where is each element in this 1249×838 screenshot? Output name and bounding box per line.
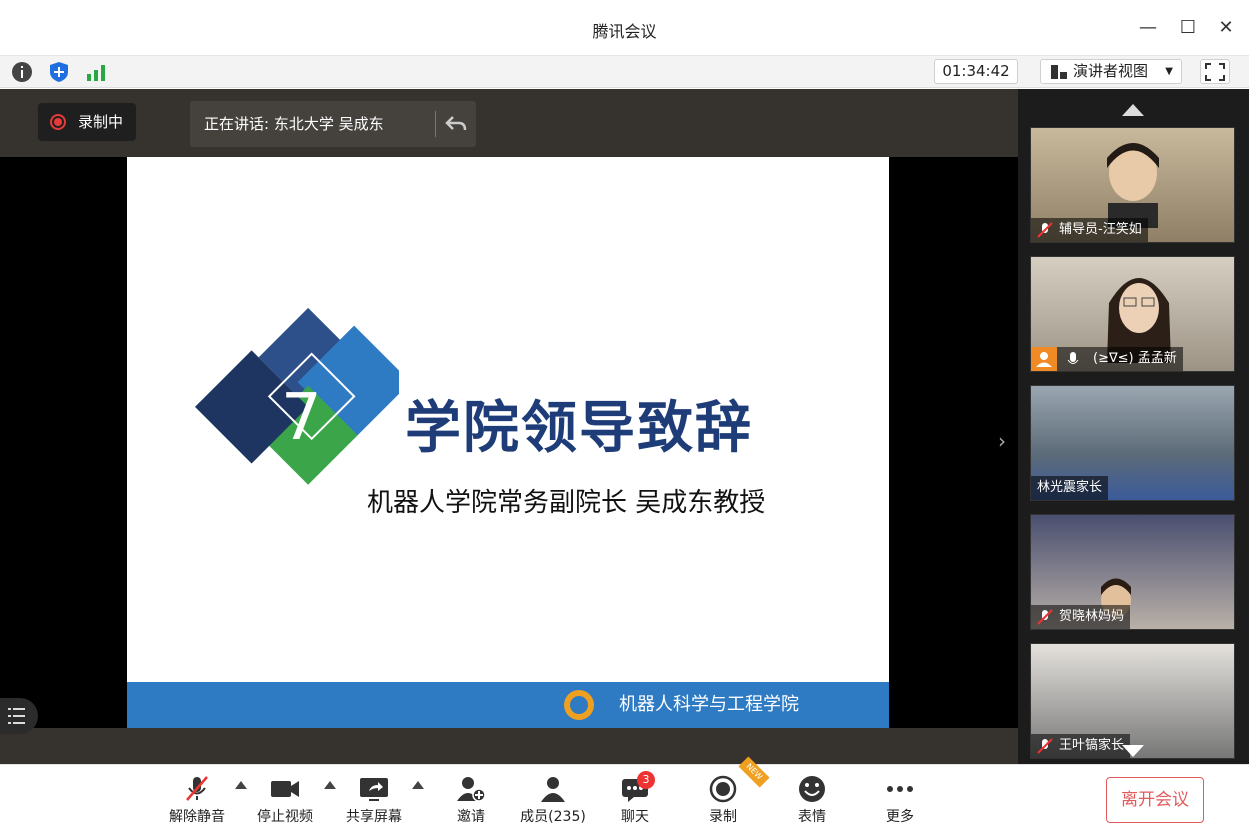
participant-label: 林光震家长	[1031, 476, 1109, 500]
participant-name: 林光震家长	[1037, 480, 1103, 495]
scroll-down-icon[interactable]	[1120, 744, 1146, 760]
participant-label: 王叶镐家长	[1031, 734, 1131, 758]
chat-badge: 3	[637, 771, 655, 789]
participant-panel: 辅导员-汪笑如 (≥∇≤) 孟孟新 林光震家长 贺晓林妈妈 王叶镐家长	[1018, 89, 1249, 764]
participant-name: 贺晓林妈妈	[1059, 609, 1125, 624]
share-screen-icon	[360, 778, 388, 801]
chevron-down-icon: ▼	[1165, 66, 1173, 77]
slide-title: 学院领导致辞	[405, 396, 753, 461]
control-bar: 解除静音 停止视频 共享屏幕 邀请 成员(235) 3 聊天 NEW 录制 表情…	[0, 756, 1249, 838]
participant-tile[interactable]: 辅导员-汪笑如	[1030, 127, 1235, 243]
invite-label: 邀请	[457, 809, 485, 825]
minimize-button[interactable]: —	[1136, 16, 1160, 40]
stage-footer	[0, 728, 1018, 764]
video-camera-icon	[271, 781, 299, 797]
stage-header: 录制中 正在讲话: 东北大学 吴成东	[0, 89, 1018, 157]
emoji-label: 表情	[798, 809, 826, 825]
slide-subtitle: 机器人学院常务副院长 吴成东教授	[367, 488, 766, 518]
members-icon	[541, 777, 565, 802]
share-options-caret[interactable]	[412, 781, 424, 789]
mic-muted-icon	[186, 776, 208, 801]
speaking-label: 正在讲话: 东北大学 吴成东	[204, 115, 384, 133]
smile-icon	[799, 776, 825, 802]
chat-button[interactable]: 3 聊天	[595, 771, 675, 831]
participant-tile[interactable]: 贺晓林妈妈	[1030, 514, 1235, 630]
more-label: 更多	[886, 809, 914, 825]
chevron-right-icon[interactable]: ›	[998, 429, 1006, 453]
mic-muted-icon	[1037, 222, 1053, 238]
more-button[interactable]: 更多	[860, 771, 940, 831]
divider	[435, 111, 436, 137]
shared-slide: 7 学院领导致辞 机器人学院常务副院长 吴成东教授 机器人科学与工程学院	[127, 157, 889, 728]
shield-icon[interactable]	[47, 60, 71, 84]
share-screen-button[interactable]: 共享屏幕	[334, 771, 414, 831]
participant-tile[interactable]: (≥∇≤) 孟孟新	[1030, 256, 1235, 372]
view-mode-label: 演讲者视图	[1073, 62, 1149, 80]
stop-video-button[interactable]: 停止视频	[245, 771, 325, 831]
list-icon	[8, 708, 25, 724]
speaking-indicator: 正在讲话: 东北大学 吴成东	[190, 101, 476, 147]
signal-icon[interactable]	[84, 60, 108, 84]
meeting-timer: 01:34:42	[934, 59, 1018, 84]
slide-footer: 机器人科学与工程学院	[127, 682, 889, 728]
add-user-icon	[457, 777, 486, 802]
participant-tile[interactable]: 林光震家长	[1030, 385, 1235, 501]
invite-button[interactable]: 邀请	[431, 771, 511, 831]
emoji-button[interactable]: 表情	[772, 771, 852, 831]
return-icon[interactable]	[445, 114, 467, 134]
close-button[interactable]: ✕	[1214, 16, 1238, 40]
record-button[interactable]: NEW 录制	[683, 756, 770, 831]
participant-label: (≥∇≤) 孟孟新	[1031, 347, 1183, 371]
record-dot-icon	[50, 114, 66, 130]
slide-footer-text: 机器人科学与工程学院	[619, 694, 799, 715]
record-label: 录制	[709, 809, 737, 825]
participant-name: 辅导员-汪笑如	[1059, 222, 1142, 237]
more-icon	[887, 786, 913, 792]
participant-label: 贺晓林妈妈	[1031, 605, 1131, 629]
stop-video-label: 停止视频	[257, 809, 313, 825]
unmute-button[interactable]: 解除静音	[157, 771, 237, 831]
maximize-button[interactable]: ☐	[1176, 16, 1200, 40]
recording-indicator[interactable]: 录制中	[38, 103, 136, 141]
participant-name: (≥∇≤) 孟孟新	[1093, 351, 1177, 366]
participant-tile[interactable]: 王叶镐家长	[1030, 643, 1235, 759]
title-bar: 腾讯会议 — ☐ ✕	[0, 0, 1249, 56]
chat-label: 聊天	[621, 809, 649, 825]
record-icon	[709, 775, 737, 803]
mic-muted-icon	[1037, 609, 1053, 625]
layout-icon	[1051, 65, 1067, 79]
list-toggle[interactable]	[0, 698, 38, 734]
members-label: 成员(235)	[520, 809, 586, 825]
mic-muted-icon	[1037, 738, 1053, 754]
view-mode-select[interactable]: 演讲者视图 ▼	[1040, 59, 1182, 84]
college-seal-icon	[564, 690, 594, 720]
members-button[interactable]: 成员(235)	[513, 771, 593, 831]
host-icon	[1031, 347, 1057, 371]
fullscreen-icon[interactable]	[1200, 59, 1230, 84]
share-screen-label: 共享屏幕	[346, 809, 402, 825]
info-icon[interactable]	[10, 60, 34, 84]
logo-number: 7	[281, 381, 322, 455]
participant-label: 辅导员-汪笑如	[1031, 218, 1148, 242]
window-title: 腾讯会议	[592, 22, 657, 41]
participant-avatar	[1107, 143, 1159, 228]
presentation-stage: 录制中 正在讲话: 东北大学 吴成东 7 学院领导致辞 机器人学院常务副院长 吴…	[0, 89, 1018, 764]
unmute-label: 解除静音	[169, 809, 225, 825]
recording-label: 录制中	[78, 113, 124, 131]
leave-meeting-button[interactable]: 离开会议	[1106, 777, 1204, 823]
meeting-toolbar: 01:34:42 演讲者视图 ▼	[0, 56, 1249, 88]
participant-name: 王叶镐家长	[1059, 738, 1125, 753]
scroll-up-icon[interactable]	[1120, 101, 1146, 117]
mic-icon	[1067, 352, 1079, 364]
